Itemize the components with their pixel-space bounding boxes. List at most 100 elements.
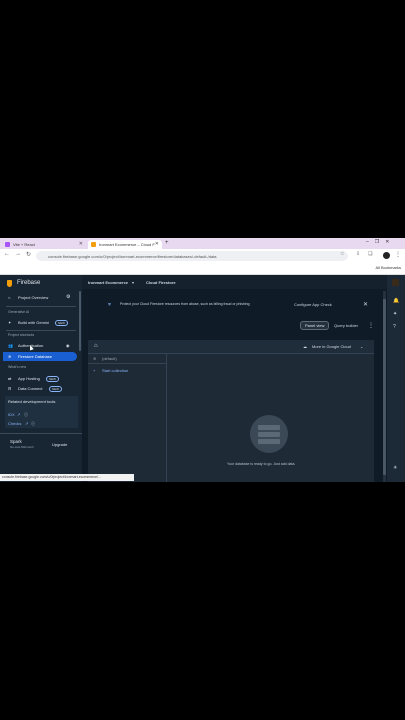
sidebar: Firebase ⌂ Project Overview ⚙ Generative… — [0, 275, 82, 482]
forward-icon[interactable]: → — [15, 251, 21, 257]
illustration-bar — [258, 425, 280, 430]
all-bookmarks[interactable]: All Bookmarks — [375, 265, 401, 270]
project-selector[interactable]: Ironmart Ecommerce — [88, 280, 128, 285]
app-check-banner: ⛨ Protect your Cloud Firestore resources… — [96, 299, 376, 311]
panel-view-button[interactable]: Panel view — [300, 321, 330, 330]
divider — [6, 330, 76, 331]
configure-app-check-button[interactable]: Configure App Check — [294, 302, 332, 307]
close-icon[interactable]: ✕ — [79, 241, 83, 247]
firebase-console: Firebase ⌂ Project Overview ⚙ Generative… — [0, 275, 405, 482]
empty-state-text: Your database is ready to go. Just add d… — [227, 462, 296, 466]
address-bar-row: ← → ↻ console.firebase.google.com/u/0/pr… — [0, 249, 405, 263]
banner-text: Protect your Cloud Firestore resources f… — [120, 302, 250, 306]
reload-icon[interactable]: ↻ — [26, 251, 31, 258]
close-icon[interactable]: ✕ — [363, 301, 368, 308]
project-overview-link[interactable]: Project Overview — [18, 295, 48, 300]
section-genai: Generative AI — [8, 310, 30, 314]
tab-firebase[interactable]: Ironmart Ecommerce – Cloud F ✕ — [88, 240, 162, 249]
theme-icon[interactable]: ☀ — [393, 465, 397, 471]
plus-icon: + — [93, 368, 96, 373]
back-icon[interactable]: ← — [4, 251, 10, 257]
sidebar-scrollbar[interactable] — [79, 291, 81, 351]
related-tools-title: Related development tools — [8, 399, 56, 404]
tab-vite[interactable]: Vite + React ✕ — [2, 240, 86, 249]
plan-detail: No-cost $0/month — [10, 445, 34, 449]
menu-icon[interactable]: ⋮ — [395, 251, 401, 258]
firebase-icon — [91, 242, 96, 247]
divider — [6, 306, 76, 307]
database-header: ≋ (default) — [88, 353, 166, 364]
bookmarks-bar: All Bookmarks — [0, 263, 405, 275]
external-link-icon: ↗ — [17, 412, 21, 417]
checks-link[interactable]: Checks — [8, 421, 21, 426]
database-name: (default) — [102, 356, 117, 361]
chevron-down-icon[interactable]: ▾ — [132, 280, 134, 285]
link-status-bar: console.firebase.google.com/u/0/project/… — [0, 474, 134, 481]
illustration-bar — [258, 439, 280, 444]
tab-strip: Vite + React ✕ Ironmart Ecommerce – Clou… — [0, 238, 405, 249]
build-with-gemini-link[interactable]: Build with Gemini — [18, 320, 49, 325]
sparkle-icon[interactable]: ✦ — [393, 311, 397, 317]
gemini-icon[interactable] — [392, 279, 399, 286]
home-icon: ⌂ — [8, 295, 11, 300]
help-icon[interactable]: ⓘ — [31, 421, 35, 427]
status-url: console.firebase.google.com/u/0/project/… — [2, 475, 102, 479]
close-icon[interactable]: ✕ — [155, 241, 159, 247]
more-in-gcloud-button[interactable]: More in Google Cloud — [312, 344, 351, 349]
chevron-down-icon[interactable]: ⌄ — [360, 344, 363, 349]
tab-title: Ironmart Ecommerce – Cloud F — [99, 242, 155, 247]
avatar[interactable] — [383, 252, 390, 259]
query-builder-button[interactable]: Query builder — [334, 323, 358, 328]
new-tab-button[interactable]: + — [165, 240, 169, 246]
data-connect-icon: ⊟ — [8, 386, 12, 391]
section-whats-new: What's new — [8, 365, 26, 369]
firebase-logo-icon — [7, 280, 12, 287]
tab-title: Vite + React — [13, 242, 35, 247]
home-icon[interactable]: ⌂ — [94, 343, 98, 349]
idx-link[interactable]: IDX — [8, 412, 15, 417]
top-bar: Ironmart Ecommerce ▾ Cloud Firestore — [82, 275, 387, 289]
start-collection-button[interactable]: Start collection — [102, 368, 128, 373]
firestore-icon: ≋ — [8, 354, 12, 359]
cloud-icon: ☁ — [303, 344, 307, 349]
window-controls[interactable]: –❐✕ — [366, 239, 395, 245]
sidebar-item-firestore[interactable]: ≋ Firestore Database — [3, 352, 77, 361]
star-icon[interactable]: ☆ — [340, 251, 344, 257]
shield-icon: ⛨ — [108, 302, 111, 307]
gear-icon[interactable]: ⚙ — [66, 294, 70, 300]
notifications-icon[interactable]: 🔔 — [393, 298, 399, 304]
product-title: Cloud Firestore — [146, 280, 176, 285]
url-field[interactable]: console.firebase.google.com/u/0/project/… — [36, 251, 348, 261]
root-column: ≋ (default) + Start collection — [88, 353, 167, 482]
vite-icon — [5, 242, 10, 247]
plan-name: Spark — [10, 439, 22, 444]
scroll-thumb[interactable] — [383, 299, 386, 475]
illustration-bar — [258, 432, 280, 437]
sidebar-item-app-hosting[interactable]: App Hosting — [18, 376, 40, 381]
help-icon[interactable]: ⓘ — [24, 412, 28, 418]
video-frame: { "browser": { "tabs": [ {"title": "Vite… — [0, 0, 405, 720]
page-scrollbar[interactable] — [383, 291, 386, 482]
users-icon: 👥 — [8, 343, 13, 348]
divider — [0, 433, 82, 434]
sidebar-item-data-connect[interactable]: Data Connect — [18, 386, 42, 391]
download-icon[interactable]: ⇩ — [356, 251, 360, 257]
upgrade-button[interactable]: Upgrade — [52, 442, 67, 447]
help-icon[interactable]: ? — [393, 324, 396, 330]
url-text: console.firebase.google.com/u/0/project/… — [48, 253, 217, 259]
new-badge: NEW — [49, 386, 62, 392]
empty-state-illustration — [250, 415, 288, 453]
eye-icon[interactable]: ◉ — [66, 343, 70, 348]
right-rail: 🔔 ✦ ? ☀ — [387, 275, 405, 482]
sidebar-item-label: Firestore Database — [18, 354, 53, 359]
extensions-icon[interactable]: ❏ — [368, 251, 372, 257]
more-vert-icon[interactable]: ⋮ — [368, 322, 374, 329]
data-panel: ⌂ ☁ More in Google Cloud ⌄ ≋ (default) +… — [88, 340, 374, 482]
brand-name: Firebase — [17, 280, 41, 286]
sparkle-icon: ✦ — [8, 320, 12, 325]
new-badge: NEW — [46, 376, 59, 382]
section-shortcuts: Project shortcuts — [8, 333, 35, 337]
breadcrumb-bar: ⌂ ☁ More in Google Cloud ⌄ — [88, 340, 374, 354]
related-tools-card: Related development tools IDX ↗ ⓘ Checks… — [5, 396, 78, 428]
hosting-icon: ⇄ — [8, 376, 12, 381]
